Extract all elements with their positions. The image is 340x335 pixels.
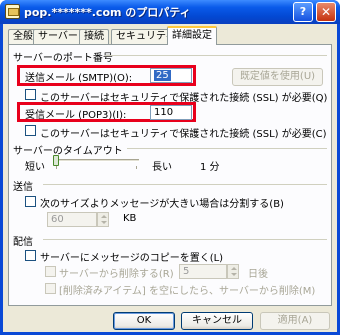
smtp-port-value: 25 [154,70,171,81]
keep-copy-checkbox[interactable] [25,250,36,261]
pop3-label: 受信メール (POP3)(I): [25,110,127,121]
pop3-port-input[interactable]: 110 [150,105,192,120]
tab-servers[interactable]: サーバー [33,29,83,44]
split-messages-checkbox[interactable] [25,196,36,207]
days-unit: 日後 [248,269,268,280]
advanced-panel: サーバーのポート番号 送信メール (SMTP)(O): 25 既定値を使用(U)… [8,44,332,306]
split-size-spinner[interactable] [97,212,109,227]
slider-tick [56,166,57,169]
use-defaults-button[interactable]: 既定値を使用(U) [232,68,323,86]
remove-after-checkbox[interactable] [45,266,56,277]
remove-deleted-label: [削除済みアイテム] を空にしたら、サーバーから削除(M) [59,286,316,297]
close-button[interactable]: ✕ [316,2,336,22]
timeout-slider-thumb[interactable] [53,155,59,166]
delivery-heading: 配信 [13,237,33,248]
mail-account-icon [5,4,20,19]
split-size-input[interactable]: 60 [47,212,97,227]
divider [105,55,327,56]
keep-copy-label: サーバーにメッセージのコピーを置く(L) [40,253,224,264]
tab-advanced[interactable]: 詳細設定 [167,26,217,45]
timeout-value: 1 分 [200,162,220,173]
apply-button[interactable]: 適用(A) [260,312,330,330]
timeout-short-label: 短い [25,162,45,173]
pop3-ssl-checkbox[interactable] [25,125,36,136]
divider [43,184,327,185]
ok-button[interactable]: OK [113,312,175,330]
remove-after-days-input[interactable]: 5 [179,264,227,279]
window-title: pop.*******.com のプロパティ [24,6,191,19]
pop3-ssl-label: このサーバーはセキュリティで保護された接続 (SSL) が必要(C) [40,129,327,140]
split-size-unit: KB [123,213,137,224]
title-bar[interactable]: pop.*******.com のプロパティ ? ✕ [0,0,340,24]
timeout-heading: サーバーのタイムアウト [13,146,123,157]
smtp-label: 送信メール (SMTP)(O): [25,73,133,84]
smtp-ssl-checkbox[interactable] [25,89,36,100]
tab-connection[interactable]: 接続 [79,29,109,44]
split-messages-label: 次のサイズよりメッセージが大きい場合は分割する(B) [40,199,284,210]
divider [127,148,327,149]
slider-tick [136,166,137,169]
divider [43,239,327,240]
cancel-button[interactable]: キャンセル [181,312,253,330]
remove-deleted-checkbox[interactable] [45,283,56,294]
remove-after-spinner[interactable] [227,264,239,279]
dialog-client: 全般 サーバー 接続 セキュリティ 詳細設定 サーバーのポート番号 送信メール … [3,24,337,332]
server-ports-heading: サーバーのポート番号 [13,53,113,64]
remove-after-label: サーバーから削除する(R) [59,269,174,280]
timeout-long-label: 長い [152,162,172,173]
help-button[interactable]: ? [293,2,313,22]
smtp-port-input[interactable]: 25 [150,68,192,83]
sending-heading: 送信 [13,182,33,193]
properties-window: pop.*******.com のプロパティ ? ✕ 全般 サーバー 接続 セキ… [0,0,340,335]
timeout-slider-track[interactable] [53,159,139,162]
